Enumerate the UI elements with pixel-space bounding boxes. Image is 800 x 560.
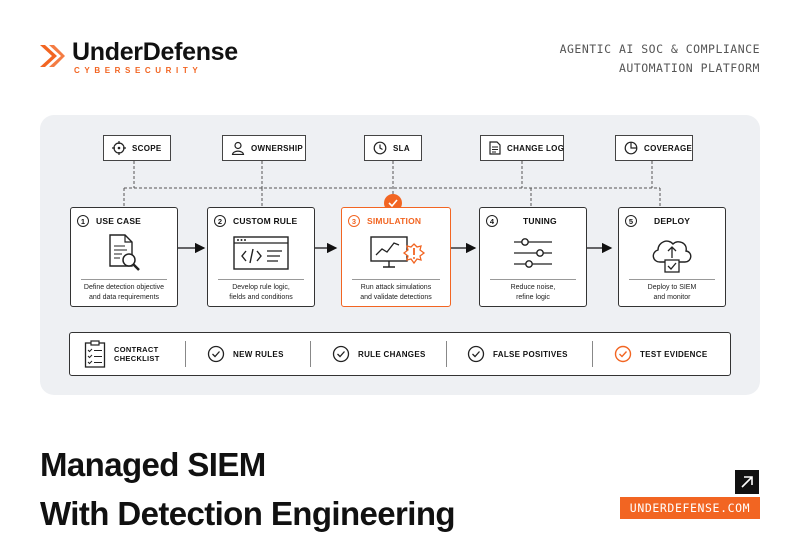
step-title: SIMULATION: [367, 216, 422, 226]
step-desc-line: Deploy to SIEM: [647, 284, 697, 291]
step-desc-line: Reduce noise,: [510, 284, 556, 291]
step-desc-line: refine logic: [516, 293, 550, 301]
document-search-icon: [109, 234, 140, 271]
step-deploy: 5 DEPLOY Deploy to SIEM and monitor: [618, 207, 726, 307]
step-desc-line: Develop rule logic,: [232, 284, 290, 291]
step-desc-line: Run attack simulations: [360, 284, 432, 291]
tagline: AGENTIC AI SOC & COMPLIANCE AUTOMATION P…: [560, 40, 760, 78]
headline-line-1: Managed SIEM: [40, 446, 266, 483]
check-circle-icon: [207, 345, 225, 363]
clock-icon: [373, 141, 387, 155]
checklist-item-label: NEW RULES: [233, 349, 284, 359]
checklist-item-rule-changes: RULE CHANGES: [332, 333, 426, 375]
step-custom-rule: 2 CUSTOM RULE Develop rule logic, fields a…: [207, 207, 315, 307]
page-headline: Managed SIEM With Detection Engineering: [40, 440, 456, 538]
step-desc-line: and validate detections: [360, 293, 432, 301]
pie-chart-icon: [624, 141, 638, 155]
checklist-item-label: RULE CHANGES: [358, 349, 426, 359]
step-title: CUSTOM RULE: [233, 216, 298, 226]
external-link-button[interactable]: [735, 470, 759, 494]
step-number: 4: [486, 215, 498, 227]
label-sla-text: SLA: [393, 143, 410, 153]
checklist-label-line: CONTRACT: [114, 344, 159, 354]
step-number: 2: [214, 215, 226, 227]
brand-name: UnderDefense: [72, 38, 238, 66]
label-change-log-text: CHANGE LOG: [507, 143, 565, 153]
label-sla: SLA: [364, 135, 422, 161]
checklist-item-new-rules: NEW RULES: [207, 333, 284, 375]
step-desc-line: and data requirements: [88, 293, 160, 301]
headline-line-2: With Detection Engineering: [40, 495, 456, 532]
label-scope: SCOPE: [103, 135, 171, 161]
label-ownership-text: OWNERSHIP: [251, 143, 304, 153]
step-title: TUNING: [523, 216, 557, 226]
label-coverage-text: COVERAGE: [644, 143, 693, 153]
arrow-up-right-icon: [741, 476, 753, 488]
step-number: 3: [348, 215, 360, 227]
label-scope-text: SCOPE: [132, 143, 162, 153]
workflow-diagram-panel: SCOPE OWNERSHIP SLA CHANGE LOG COVERAGE …: [40, 115, 760, 395]
step-desc-line: fields and conditions: [229, 293, 293, 301]
label-coverage: COVERAGE: [615, 135, 693, 161]
step-desc-line: and monitor: [653, 293, 691, 301]
tagline-line-2: AUTOMATION PLATFORM: [618, 61, 760, 75]
clipboard-checklist-icon: [84, 340, 106, 368]
checklist-item-test-evidence: TEST EVIDENCE: [614, 333, 707, 375]
step-use-case: 1 USE CASE Define detection objective and …: [70, 207, 178, 307]
step-simulation: 3 SIMULATION Run attack simulations and va…: [341, 207, 451, 307]
tagline-line-1: AGENTIC AI SOC & COMPLIANCE: [559, 42, 760, 56]
checklist-item-label: FALSE POSITIVES: [493, 349, 568, 359]
step-tuning: 4 TUNING Reduce noise, refine logic: [479, 207, 587, 307]
check-circle-icon: [614, 345, 632, 363]
contract-checklist: CONTRACT CHECKLIST NEW RULES RULE CHANGES…: [69, 332, 731, 376]
step-title: USE CASE: [96, 216, 142, 226]
website-link[interactable]: UNDERDEFENSE.COM: [620, 497, 760, 519]
brand-logo: UnderDefense CYBERSECURITY: [38, 38, 238, 76]
step-title: DEPLOY: [654, 216, 691, 226]
user-icon: [231, 141, 245, 155]
code-window-icon: [233, 236, 289, 270]
sliders-icon: [514, 238, 552, 268]
document-icon: [489, 141, 501, 155]
step-desc-line: Define detection objective: [83, 284, 165, 291]
brand-chevron-icon: [40, 45, 65, 67]
crosshair-icon: [112, 141, 126, 155]
step-number: 1: [77, 215, 89, 227]
checklist-label-line: CHECKLIST: [114, 354, 160, 363]
cloud-upload-icon: [652, 240, 692, 273]
checklist-title: CONTRACT CHECKLIST: [84, 333, 160, 375]
label-change-log: CHANGE LOG: [480, 135, 564, 161]
step-number: 5: [625, 215, 637, 227]
checklist-item-label: TEST EVIDENCE: [640, 349, 708, 359]
monitor-alert-icon: [370, 236, 426, 268]
check-circle-icon: [467, 345, 485, 363]
checklist-item-false-positives: FALSE POSITIVES: [467, 333, 568, 375]
check-circle-icon: [332, 345, 350, 363]
brand-subtitle: CYBERSECURITY: [74, 66, 203, 75]
label-ownership: OWNERSHIP: [222, 135, 306, 161]
